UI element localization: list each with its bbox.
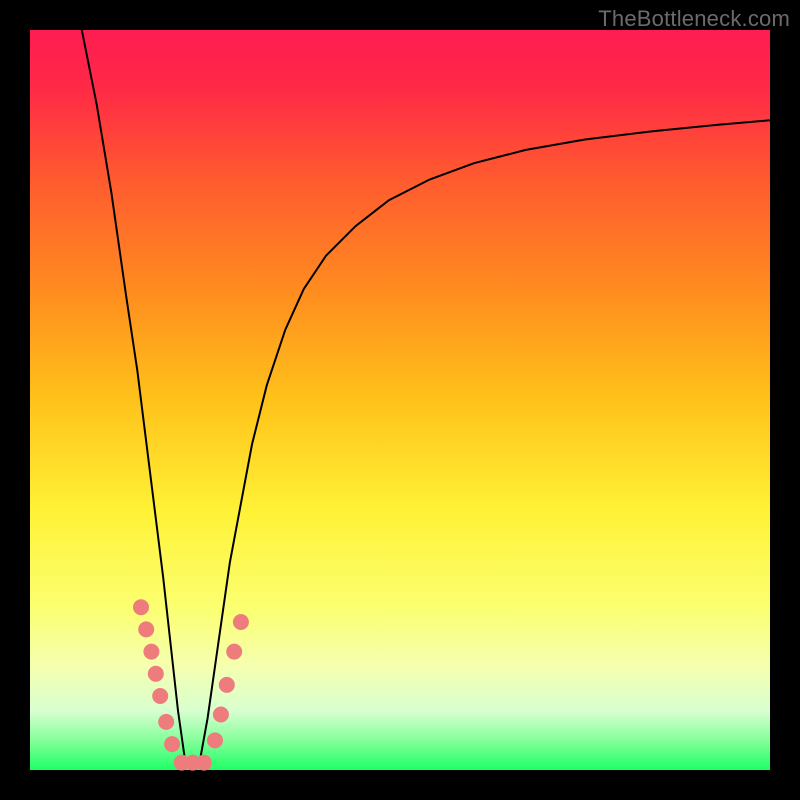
chart-plot-area (30, 30, 770, 770)
annotation-dot (233, 614, 249, 630)
annotation-dot (219, 677, 235, 693)
annotation-dot (196, 755, 212, 771)
annotation-dot (164, 736, 180, 752)
annotation-dot (213, 707, 229, 723)
annotation-dot (158, 714, 174, 730)
chart-frame: TheBottleneck.com (0, 0, 800, 800)
annotation-dot (152, 688, 168, 704)
chart-svg (30, 30, 770, 770)
annotation-dot (207, 732, 223, 748)
annotation-dot (143, 644, 159, 660)
annotation-dot (133, 599, 149, 615)
annotation-dot (148, 666, 164, 682)
watermark-text: TheBottleneck.com (598, 6, 790, 32)
annotation-dots (133, 599, 249, 770)
annotation-dot (226, 644, 242, 660)
annotation-dot (138, 621, 154, 637)
bottleneck-curve (82, 30, 770, 766)
